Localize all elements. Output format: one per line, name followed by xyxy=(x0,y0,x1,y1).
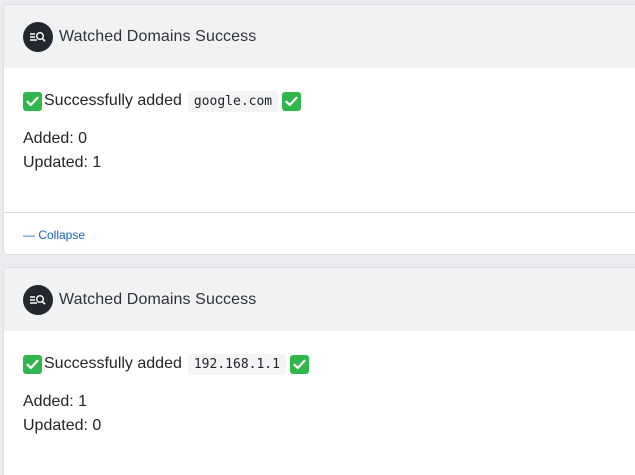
result-message: Successfully added 192.168.1.1 xyxy=(23,351,624,377)
result-message-text: Successfully added xyxy=(44,355,182,372)
added-count: Added: 1 xyxy=(23,393,88,410)
result-message-text: Successfully added xyxy=(44,92,182,109)
message-stream: Watched Domains Success Successfully add… xyxy=(0,0,635,475)
green-check-icon xyxy=(282,91,302,111)
domain-value: 192.168.1.1 xyxy=(187,353,286,375)
result-message: Successfully added google.com xyxy=(23,88,624,114)
card-footer: — Collapse xyxy=(4,212,635,254)
search-list-icon[interactable] xyxy=(23,21,53,52)
updated-count: Updated: 1 xyxy=(23,154,102,171)
stats: Added: 0 Updated: 1 xyxy=(23,127,624,175)
card-header: Watched Domains Success xyxy=(4,5,635,68)
card-body: Successfully added 192.168.1.1 Added: 1 … xyxy=(4,331,635,438)
updated-count: Updated: 0 xyxy=(23,417,102,434)
stats: Added: 1 Updated: 0 xyxy=(23,390,624,438)
domain-value: google.com xyxy=(187,90,279,112)
message-card: Watched Domains Success Successfully add… xyxy=(3,4,635,255)
added-count: Added: 0 xyxy=(23,130,88,147)
card-body: Successfully added google.com Added: 0 U… xyxy=(4,68,635,175)
green-check-icon xyxy=(289,354,309,374)
card-title: Watched Domains Success xyxy=(59,27,257,45)
card-header: Watched Domains Success xyxy=(4,268,635,331)
green-check-icon xyxy=(23,91,42,111)
message-card: Watched Domains Success Successfully add… xyxy=(3,267,635,475)
green-check-icon xyxy=(23,354,42,374)
card-title: Watched Domains Success xyxy=(59,290,257,308)
collapse-link[interactable]: — Collapse xyxy=(23,228,85,242)
search-list-icon[interactable] xyxy=(23,284,53,315)
